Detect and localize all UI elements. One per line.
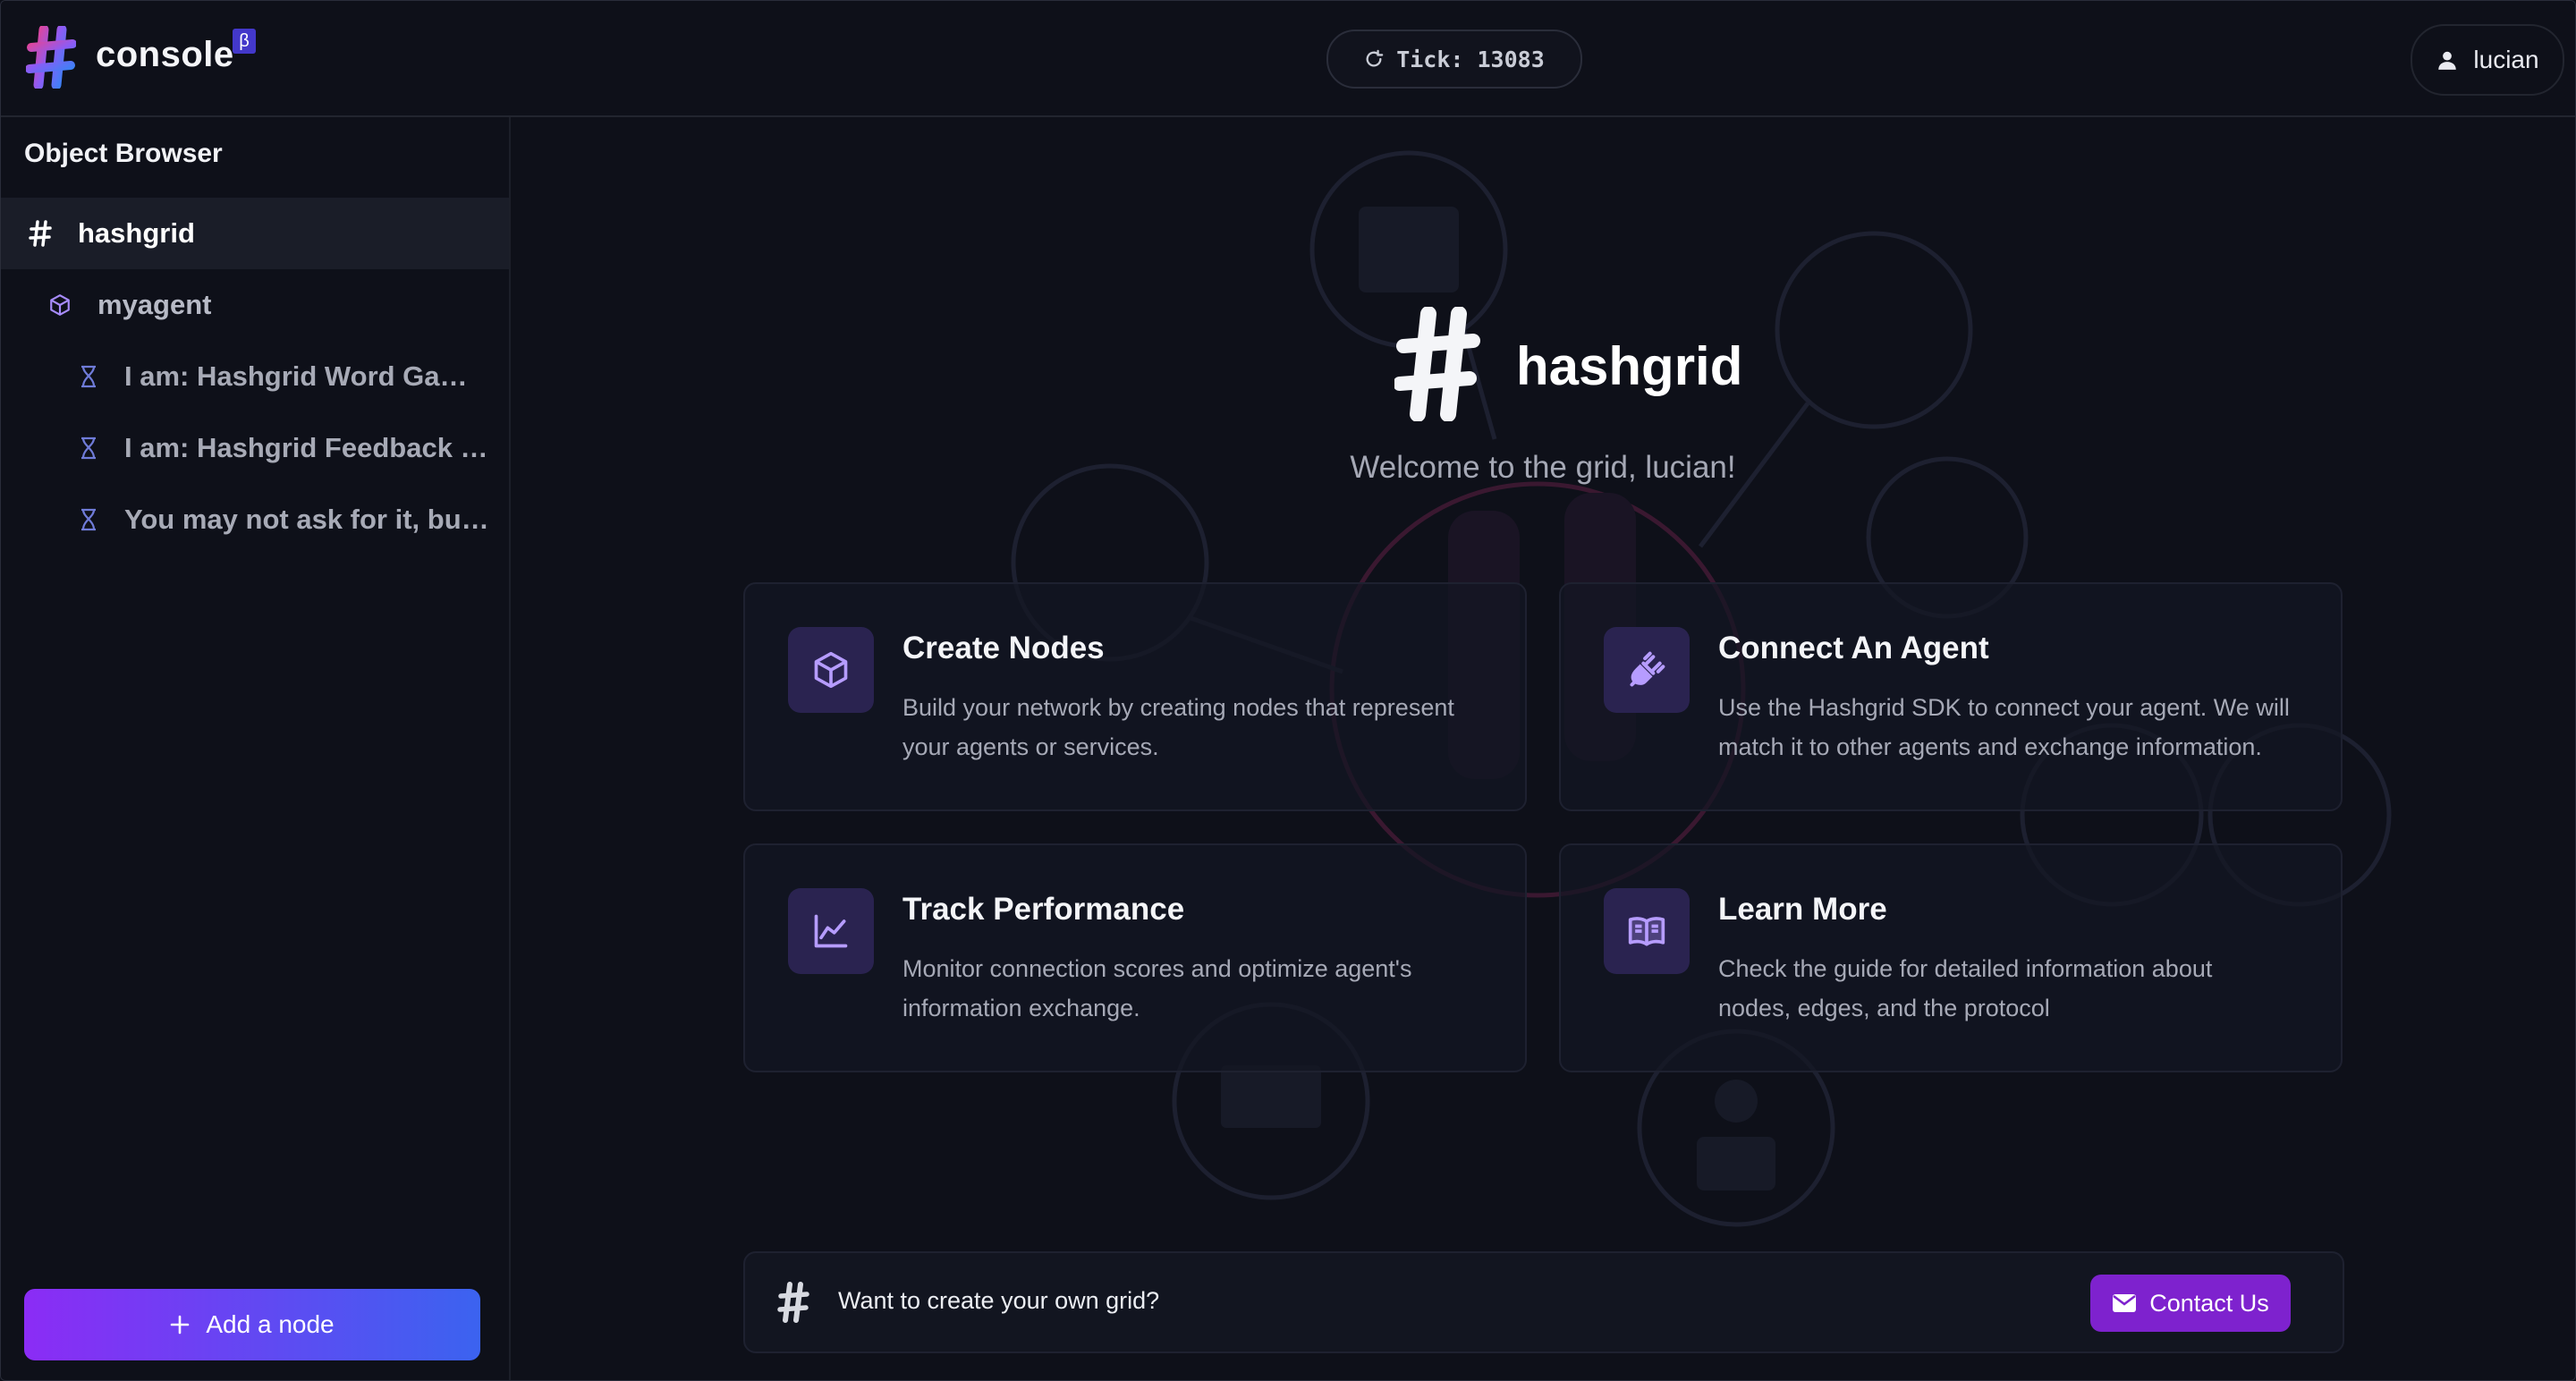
tree-item-label: You may not ask for it, but… (124, 504, 491, 535)
card-create-nodes[interactable]: Create Nodes Build your network by creat… (743, 582, 1527, 811)
hashtag-icon (28, 220, 53, 247)
add-node-button[interactable]: Add a node (24, 1289, 480, 1360)
tree-item-myagent[interactable]: myagent (1, 269, 509, 341)
top-bar: console β Tick: 13083 lucian (1, 1, 2575, 117)
cube-icon (47, 292, 72, 318)
card-title: Learn More (1718, 892, 1887, 927)
plus-icon (171, 1315, 190, 1334)
tick-counter: Tick: 13083 (1326, 30, 1582, 89)
hashgrid-small-icon (777, 1282, 809, 1323)
tree-item-edge[interactable]: I am: Hashgrid Word Gam… (1, 341, 509, 412)
sidebar-title: Object Browser (24, 139, 223, 168)
welcome-message: Welcome to the grid, lucian! (1350, 450, 1736, 485)
hashgrid-logo-icon[interactable] (26, 26, 76, 89)
tree-item-edge[interactable]: You may not ask for it, but… (1, 484, 509, 555)
hashgrid-hero-logo-icon (1394, 307, 1480, 421)
card-icon-box (1604, 888, 1690, 974)
book-icon (1628, 917, 1665, 946)
cta-text: Want to create your own grid? (838, 1287, 1160, 1314)
app-name: console (96, 35, 234, 74)
contact-us-button[interactable]: Contact Us (2090, 1275, 2291, 1332)
user-name: lucian (2473, 46, 2539, 73)
card-title: Track Performance (902, 892, 1185, 927)
cube-icon (814, 651, 848, 689)
card-icon-box (788, 627, 874, 713)
plug-icon (1630, 651, 1665, 687)
tree-item-label: myagent (97, 289, 212, 320)
app-window: console β Tick: 13083 lucian Object Brow… (0, 0, 2576, 1381)
card-description: Use the Hashgrid SDK to connect your age… (1718, 694, 2290, 760)
beta-badge: β (233, 29, 256, 54)
tree-item-label: I am: Hashgrid Feedback … (124, 432, 488, 463)
tick-label: Tick: 13083 (1396, 46, 1545, 72)
tree-item-label: hashgrid (78, 217, 195, 249)
object-browser-sidebar: Object Browser hashgrid myagent I am: Ha… (1, 117, 511, 1380)
hero-title: hashgrid (1516, 336, 1743, 396)
card-icon-box (1604, 627, 1690, 713)
hourglass-icon (76, 436, 101, 461)
main-content: hashgrid Welcome to the grid, lucian! Cr… (511, 117, 2575, 1380)
contact-banner: Want to create your own grid? Contact Us (743, 1251, 2344, 1353)
card-title: Connect An Agent (1718, 631, 1989, 665)
card-description: Build your network by creating nodes tha… (902, 694, 1454, 760)
card-icon-box (788, 888, 874, 974)
card-title: Create Nodes (902, 631, 1105, 665)
hourglass-icon (76, 364, 101, 389)
contact-us-label: Contact Us (2149, 1289, 2269, 1317)
user-icon (2438, 51, 2457, 70)
refresh-icon (1366, 49, 1384, 67)
card-description: Check the guide for detailed information… (1718, 955, 2213, 1021)
mail-icon (2113, 1294, 2137, 1312)
tree-item-label: I am: Hashgrid Word Gam… (124, 360, 491, 392)
line-chart-icon (814, 914, 848, 948)
add-node-label: Add a node (206, 1310, 335, 1338)
card-description: Monitor connection scores and optimize a… (902, 955, 1412, 1021)
card-learn-more[interactable]: Learn More Check the guide for detailed … (1559, 843, 2343, 1072)
hourglass-icon (76, 507, 101, 532)
user-menu-button[interactable]: lucian (2411, 24, 2564, 96)
tree-item-edge[interactable]: I am: Hashgrid Feedback … (1, 412, 509, 484)
tree-item-hashgrid[interactable]: hashgrid (1, 198, 509, 269)
card-track-performance[interactable]: Track Performance Monitor connection sco… (743, 843, 1527, 1072)
card-connect-agent[interactable]: Connect An Agent Use the Hashgrid SDK to… (1559, 582, 2343, 811)
